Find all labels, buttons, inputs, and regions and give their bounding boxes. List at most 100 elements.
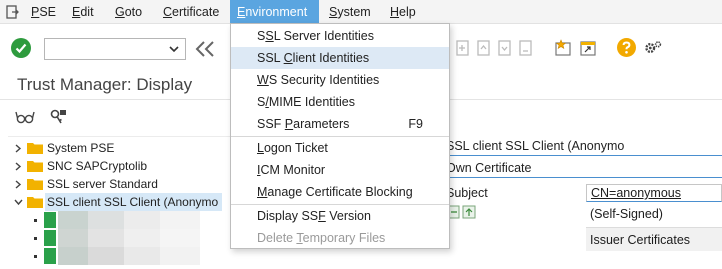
redacted-block <box>124 211 160 229</box>
help-icon[interactable] <box>617 38 636 57</box>
redacted-block <box>160 211 200 229</box>
menu-item-text: ogon Ticket <box>263 141 328 155</box>
customize-layout-gear-icon[interactable] <box>643 38 663 58</box>
own-certificate-header: Own Certificate <box>420 158 722 178</box>
menu-item-text: Delete <box>257 231 297 245</box>
pse-detail-panel: SSL client SSL Client (Anonymo Own Certi… <box>420 136 722 269</box>
menu-item-ws-security-identities[interactable]: WS Security Identities <box>231 69 449 91</box>
redacted-block <box>124 247 160 265</box>
menu-item-text: CM Monitor <box>260 163 326 177</box>
sap-exit-icon[interactable] <box>6 5 19 19</box>
key-lock-icon[interactable] <box>48 108 68 126</box>
menu-help-label: elp <box>399 5 416 19</box>
redacted-block <box>58 229 88 247</box>
menu-edit[interactable]: Edit <box>65 0 101 24</box>
subject-value[interactable]: CN=anonymous <box>586 184 722 202</box>
certificate-key-icon <box>44 212 56 228</box>
chevron-right-icon[interactable] <box>14 162 22 171</box>
menu-bar: PSE Edit Goto Certificate Environment Sy… <box>0 0 722 24</box>
page-down-icon[interactable] <box>495 38 515 58</box>
pse-name-field[interactable]: SSL client SSL Client (Anonymo <box>420 136 722 156</box>
command-field[interactable] <box>44 38 186 60</box>
subject-label: Subject <box>446 186 488 200</box>
menu-item-manage-certificate-blocking[interactable]: Manage Certificate Blocking <box>231 181 449 203</box>
menu-goto-mnemonic: G <box>115 5 125 19</box>
cert-import-icon[interactable] <box>462 205 476 219</box>
chevron-down-icon[interactable] <box>14 198 23 206</box>
last-page-icon[interactable] <box>516 38 536 58</box>
menu-system[interactable]: System <box>322 0 378 24</box>
menu-pse[interactable]: PSE <box>24 0 63 24</box>
certificate-key-icon <box>44 230 56 246</box>
menu-item-display-ssf-version[interactable]: Display SSF Version <box>231 205 449 227</box>
menu-goto[interactable]: Goto <box>108 0 149 24</box>
chevron-down-icon[interactable] <box>168 43 180 55</box>
menu-item-smime-identities[interactable]: S/MIME Identities <box>231 91 449 113</box>
tree-child-entry[interactable] <box>34 211 254 229</box>
folder-icon <box>27 179 43 190</box>
menu-system-label: ystem <box>337 5 371 19</box>
menu-item-ssf-parameters[interactable]: SSF Parameters F9 <box>231 113 449 135</box>
page-up-icon[interactable] <box>474 38 494 58</box>
chevron-right-icon[interactable] <box>14 180 22 189</box>
tree-node-label: SSL server Standard <box>47 177 158 191</box>
menu-item-mnemonic: M <box>257 185 268 199</box>
tree-bullet <box>34 219 37 222</box>
folder-icon <box>27 143 43 154</box>
redacted-block <box>124 229 160 247</box>
menu-item-mnemonic: F <box>318 209 326 223</box>
enter-check-icon[interactable] <box>11 38 31 58</box>
chevron-right-icon[interactable] <box>14 144 22 153</box>
menu-item-mnemonic: C <box>283 51 293 65</box>
tree-node-label: System PSE <box>47 141 115 155</box>
menu-certificate-mnemonic: C <box>163 5 173 19</box>
menu-item-text: Version <box>325 209 371 223</box>
redacted-block <box>58 211 88 229</box>
menu-item-text: SSL <box>257 51 284 65</box>
redacted-block <box>88 211 124 229</box>
redacted-block <box>58 247 88 265</box>
menu-item-ssl-server-identities[interactable]: SSL Server Identities <box>231 25 449 47</box>
create-session-icon[interactable] <box>453 38 473 58</box>
menu-environment[interactable]: Environment <box>230 0 319 24</box>
menu-item-text: lient Identities <box>292 51 370 65</box>
menu-item-text: anage Certificate Blocking <box>267 185 413 199</box>
menu-item-text: Display SS <box>257 209 319 223</box>
menu-item-mnemonic: L <box>257 141 264 155</box>
folder-icon <box>27 161 43 172</box>
tree-child-entry[interactable] <box>34 247 254 265</box>
tree-child-entry[interactable] <box>34 229 254 247</box>
menu-certificate-label: ertificate <box>172 5 220 19</box>
menu-item-text: S Security Identities <box>268 73 380 87</box>
tree-node-label: SNC SAPCryptolib <box>47 159 148 173</box>
issuer-certificates-header: Issuer Certificates <box>586 227 722 251</box>
menu-item-shortcut: F9 <box>408 117 423 131</box>
menu-certificate[interactable]: Certificate <box>156 0 226 24</box>
menu-edit-label: dit <box>80 5 94 19</box>
menu-item-mnemonic: S <box>265 29 274 43</box>
menu-item-icm-monitor[interactable]: ICM Monitor <box>231 159 449 181</box>
menu-environment-label: nvironment <box>245 5 308 19</box>
back-double-arrow-icon[interactable] <box>194 40 216 58</box>
menu-item-logon-ticket[interactable]: Logon Ticket <box>231 137 449 159</box>
menu-item-ssl-client-identities[interactable]: SSL Client Identities <box>231 47 449 69</box>
folder-open-icon <box>27 197 43 208</box>
menu-help[interactable]: Help <box>383 0 423 24</box>
menu-item-text: emporary Files <box>302 231 386 245</box>
display-change-glasses-icon[interactable] <box>15 108 35 126</box>
tree-node-label: SSL client SSL Client (Anonymo <box>45 193 223 211</box>
redacted-block <box>88 247 124 265</box>
menu-help-mnemonic: H <box>390 5 400 19</box>
favorites-star-icon[interactable] <box>553 38 573 58</box>
menu-item-mnemonic: W <box>257 73 269 87</box>
menu-item-text: arameters <box>293 117 350 131</box>
redacted-block <box>160 229 200 247</box>
menu-pse-label: SE <box>39 5 57 19</box>
tree-bullet <box>34 237 37 240</box>
environment-menu: SSL Server Identities SSL Client Identit… <box>230 23 450 249</box>
certificate-key-icon <box>44 248 56 264</box>
tree-bullet <box>34 255 37 258</box>
menu-item-text: MIME Identities <box>268 95 355 109</box>
menu-item-delete-temporary-files: Delete Temporary Files <box>231 227 449 249</box>
generate-shortcut-icon[interactable] <box>578 38 598 58</box>
